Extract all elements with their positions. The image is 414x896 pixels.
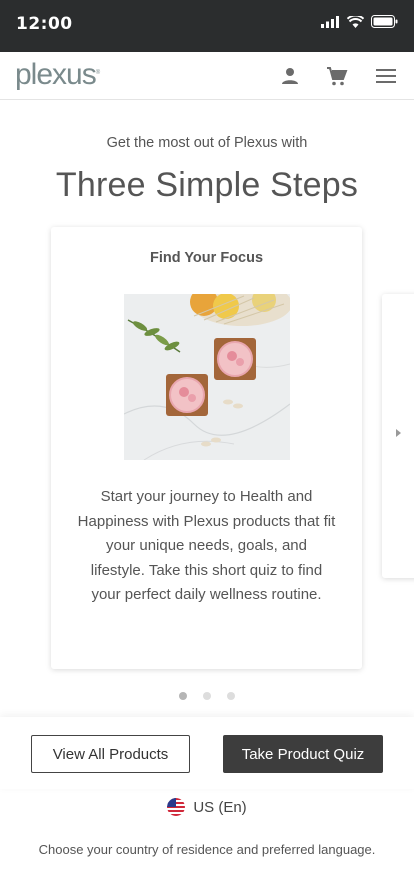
status-icons <box>321 15 398 28</box>
carousel-dot-2[interactable] <box>203 692 211 700</box>
action-bar: View All Products Take Product Quiz <box>0 717 414 789</box>
signal-icon <box>321 15 339 28</box>
user-icon[interactable] <box>278 64 302 88</box>
card-image <box>124 294 290 460</box>
locale-current: US (En) <box>193 798 247 816</box>
hero-headline: Three Simple Steps <box>55 166 359 204</box>
carousel-dot-1[interactable] <box>179 692 187 700</box>
plexus-logo[interactable]: plexus® <box>15 58 100 92</box>
cart-icon[interactable] <box>325 64 349 88</box>
view-all-products-button[interactable]: View All Products <box>31 735 190 773</box>
card-title: Find Your Focus <box>149 250 264 266</box>
battery-icon <box>371 15 398 28</box>
logo-text: plexus <box>15 58 97 91</box>
carousel-dots <box>0 692 414 700</box>
locale-note: Choose your country of residence and pre… <box>38 842 376 857</box>
take-product-quiz-button[interactable]: Take Product Quiz <box>223 735 383 773</box>
header: plexus® <box>0 52 414 100</box>
chevron-right-icon <box>396 429 401 437</box>
carousel-dot-3[interactable] <box>227 692 235 700</box>
status-bar: 12:00 <box>0 0 414 52</box>
next-slide-peek[interactable] <box>382 294 414 578</box>
drinks-illustration <box>124 294 290 460</box>
locale-selector[interactable]: US (En) <box>0 798 414 816</box>
menu-icon[interactable] <box>374 64 398 88</box>
hero-intro: Get the most out of Plexus with <box>106 135 308 151</box>
status-time: 12:00 <box>16 14 73 34</box>
card-body: Start your journey to Health and Happine… <box>77 488 336 603</box>
us-flag-icon <box>167 798 186 816</box>
wifi-icon <box>347 15 364 28</box>
screen: plexus® Get the most out of Plexus with … <box>0 52 414 896</box>
carousel-card[interactable]: Find Your Focus Start your journey to He… <box>51 227 362 669</box>
